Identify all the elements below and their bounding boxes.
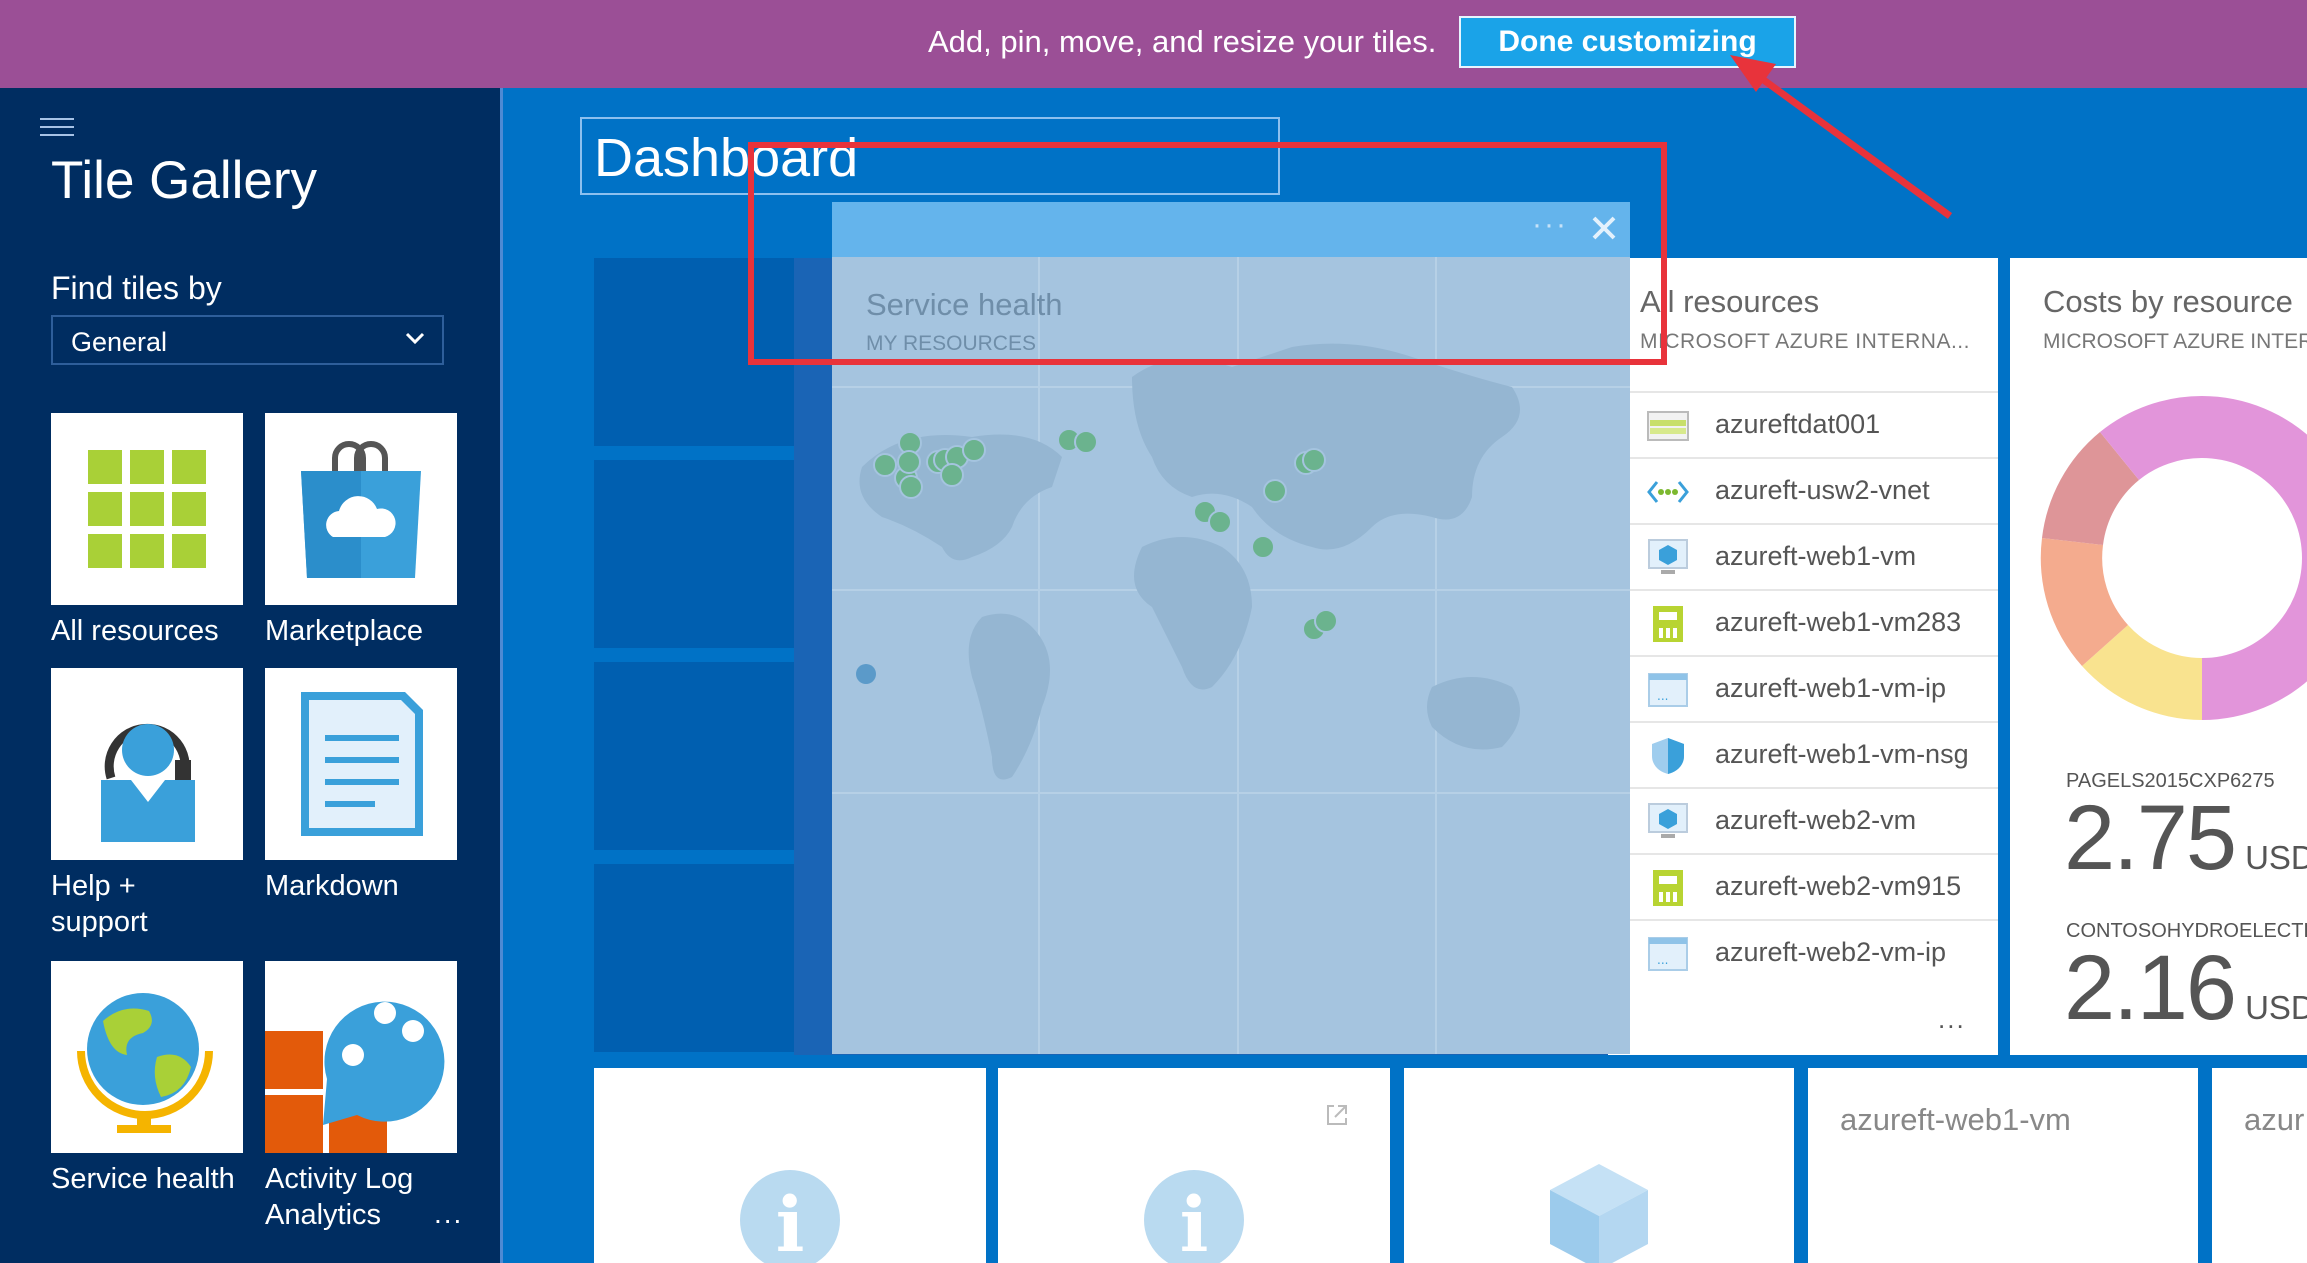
- external-link-icon[interactable]: [1324, 1102, 1350, 1128]
- svg-text:...: ...: [1657, 953, 1668, 967]
- grid-icon: [88, 450, 206, 568]
- vm-tile-title: azureft-web1-vm: [1840, 1102, 2071, 1137]
- empty-tile-slot: [594, 864, 794, 1052]
- resource-name: azureft-web1-vm: [1715, 541, 1917, 571]
- info-icon: i: [1144, 1170, 1244, 1263]
- resource-name: azureft-web1-vm-nsg: [1715, 739, 1969, 769]
- info-tile[interactable]: i: [998, 1068, 1390, 1263]
- gallery-tile-label: Service health: [51, 1163, 235, 1195]
- resource-row[interactable]: ... azureft-web1-vm-ip: [1629, 655, 1998, 721]
- all-resources-subtitle: MICROSOFT AZURE INTERNA...: [1640, 330, 1970, 353]
- resource-row[interactable]: azureft-web1-vm-nsg: [1629, 721, 1998, 787]
- gallery-tile-label: All resources: [51, 615, 219, 647]
- gallery-tile-service-health[interactable]: Service health: [51, 961, 243, 1197]
- resource-row[interactable]: azureft-web1-vm: [1629, 523, 1998, 589]
- hamburger-menu-icon[interactable]: [40, 118, 74, 138]
- tile-filter-value: General: [71, 327, 168, 357]
- gallery-tile-label: Marketplace: [265, 615, 423, 647]
- vnet-icon: [1647, 481, 1689, 503]
- annotation-arrow: [1730, 55, 1953, 219]
- costs-title: Costs by resource: [2043, 284, 2293, 319]
- public-ip-icon: ...: [1648, 937, 1688, 971]
- resource-name: azureft-web2-vm-ip: [1715, 937, 1947, 967]
- vm-icon: [1648, 539, 1688, 574]
- info-icon: i: [740, 1170, 840, 1263]
- vm-tile[interactable]: azureft-web1-vm: [1808, 1068, 2198, 1263]
- svg-text:...: ...: [1657, 689, 1668, 703]
- chevron-down-icon: [405, 332, 425, 345]
- gallery-tile-activity-log-analytics[interactable]: Activity Log Analytics: [265, 961, 457, 1233]
- all-resources-more[interactable]: ...: [1938, 1004, 1966, 1035]
- gallery-title: Tile Gallery: [51, 151, 318, 210]
- cost-donut-chart: [2040, 395, 2307, 720]
- costs-subtitle: MICROSOFT AZURE INTERNAL: [2043, 330, 2307, 353]
- resource-name: azureftdat001: [1715, 409, 1881, 439]
- highlight-annotation-box: [748, 142, 1667, 365]
- gallery-tile-label: Markdown: [265, 870, 399, 902]
- gallery-tile-markdown[interactable]: Markdown: [265, 668, 457, 904]
- resource-row[interactable]: azureft-web2-vm: [1629, 787, 1998, 853]
- cube-tile[interactable]: [1404, 1068, 1794, 1263]
- find-tiles-label: Find tiles by: [51, 270, 222, 306]
- vm-icon: [1648, 803, 1688, 838]
- resource-name: azureft-web1-vm-ip: [1715, 673, 1947, 703]
- resource-row[interactable]: azureft-web1-vm283: [1629, 589, 1998, 655]
- cube-icon: [1550, 1164, 1648, 1263]
- nic-icon: [1653, 870, 1683, 906]
- resource-row[interactable]: azureft-usw2-vnet: [1629, 457, 1998, 523]
- nic-icon: [1653, 606, 1683, 642]
- service-health-body: Service health MY RESOURCES: [832, 257, 1630, 1054]
- public-ip-icon: ...: [1648, 673, 1688, 707]
- cost-entry-value: 2.16 USD: [2064, 937, 2307, 1039]
- resource-row[interactable]: azureft-web2-vm915: [1629, 853, 1998, 919]
- cost-entry-value: 2.75 USD: [2064, 787, 2307, 889]
- shopping-bag-icon: [301, 441, 421, 578]
- empty-tile-slot: [594, 460, 794, 648]
- nsg-shield-icon: [1652, 738, 1684, 774]
- gallery-more-ellipsis[interactable]: ...: [434, 1198, 463, 1230]
- world-map: [832, 257, 1630, 1054]
- tile-filter-select[interactable]: General: [51, 315, 444, 365]
- document-icon: [301, 692, 423, 836]
- tile-gallery-panel: Tile Gallery Find tiles by General All r…: [0, 88, 503, 1263]
- resource-name: azureft-usw2-vnet: [1715, 475, 1930, 505]
- empty-tile-slot: [594, 662, 794, 850]
- activity-log-icon: [265, 992, 445, 1153]
- donut-segment: [2202, 396, 2307, 720]
- gallery-tile-label: Activity Log Analytics: [265, 1163, 414, 1231]
- resource-name: azureft-web2-vm915: [1715, 871, 1962, 901]
- gallery-tile-all-resources[interactable]: All resources: [51, 413, 243, 649]
- vm-tile-title: azur: [2244, 1102, 2305, 1137]
- gallery-tile-label: Help + support: [51, 870, 148, 938]
- globe-icon: [77, 993, 213, 1133]
- resource-row[interactable]: azureftdat001: [1629, 391, 1998, 457]
- resource-row[interactable]: ... azureft-web2-vm-ip: [1629, 919, 1998, 985]
- costs-by-resource-tile[interactable]: Costs by resource MICROSOFT AZURE INTERN…: [2010, 258, 2307, 1055]
- resource-name: azureft-web2-vm: [1715, 805, 1917, 835]
- gallery-tile-marketplace[interactable]: Marketplace: [265, 413, 457, 649]
- gallery-tile-help-support[interactable]: Help + support: [51, 668, 243, 940]
- info-tile[interactable]: i: [594, 1068, 986, 1263]
- all-resources-tile[interactable]: All resources MICROSOFT AZURE INTERNA...…: [1608, 258, 1998, 1055]
- vm-tile[interactable]: azur: [2212, 1068, 2307, 1263]
- customize-message: Add, pin, move, and resize your tiles.: [928, 24, 1437, 59]
- help-person-icon: [101, 723, 195, 842]
- storage-icon: [1647, 411, 1689, 441]
- resource-name: azureft-web1-vm283: [1715, 607, 1962, 637]
